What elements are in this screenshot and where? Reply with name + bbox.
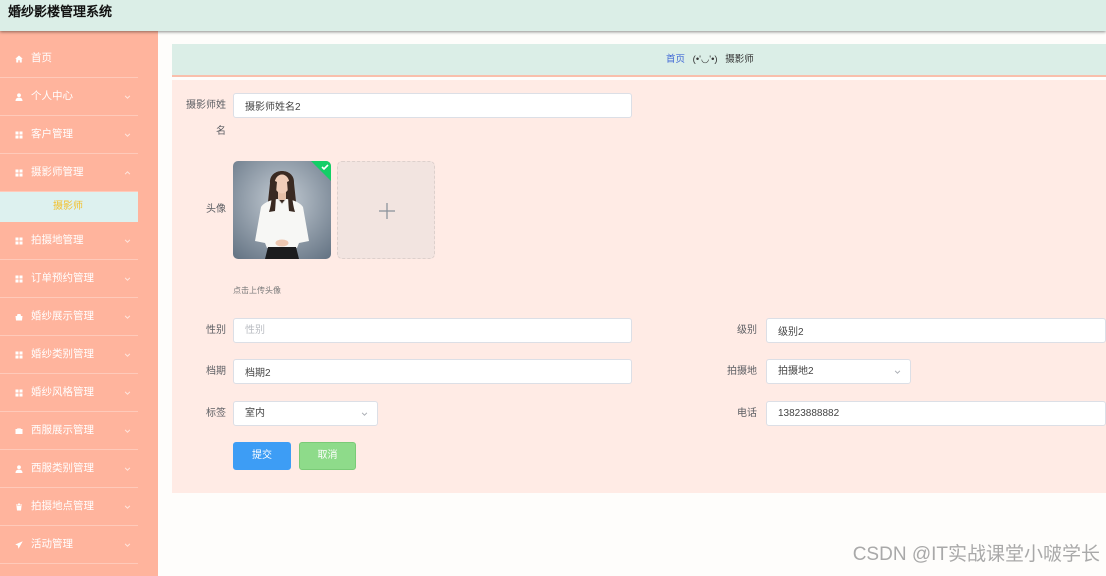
bin-icon — [15, 503, 23, 511]
chevron-down-icon — [124, 277, 131, 281]
grid-icon — [15, 237, 23, 245]
goods-icon — [15, 313, 23, 321]
submit-button[interactable]: 提交 — [233, 442, 291, 470]
app-title: 婚纱影楼管理系统 — [8, 4, 113, 19]
sidebar-item-personal-center[interactable]: 个人中心 — [0, 78, 138, 116]
check-icon — [321, 164, 329, 170]
level-input[interactable] — [766, 318, 1106, 343]
location-label: 拍摄地 — [727, 366, 757, 377]
sidebar-item-wedding-dress-category-management-label: 婚纱类别管理 — [31, 348, 94, 360]
sidebar-item-customer-management-label: 客户管理 — [31, 128, 73, 140]
sidebar-item-photographer-management[interactable]: 摄影师管理 — [0, 154, 138, 192]
chevron-down-icon — [361, 412, 368, 416]
chevron-down-icon — [894, 370, 901, 374]
sidebar-item-suit-display-management[interactable]: 西服展示管理 — [0, 412, 138, 450]
sidebar-item-wedding-dress-style-management-label: 婚纱风格管理 — [31, 386, 94, 398]
sidebar-item-suit-category-management[interactable]: 西服类别管理 — [0, 450, 138, 488]
watermark-text: CSDN @IT实战课堂小啵学长 — [852, 544, 1100, 565]
avatar-photo — [233, 161, 331, 259]
gender-label: 性别 — [206, 325, 226, 336]
sidebar-group-photographer-management: 摄影师管理 摄影师 — [0, 154, 138, 222]
sidebar-item-shooting-location-management-label: 拍摄地点管理 — [31, 500, 94, 512]
name-label: 摄影师姓名 — [186, 100, 226, 137]
breadcrumb-separator: (•'◡'•) — [692, 54, 718, 65]
cancel-button[interactable]: 取消 — [299, 442, 356, 470]
schedule-input[interactable] — [233, 359, 632, 384]
avatar-thumbnail[interactable] — [233, 161, 331, 259]
grid-icon — [15, 351, 23, 359]
send-icon — [15, 541, 23, 549]
chevron-down-icon — [124, 95, 131, 99]
grid-icon — [15, 275, 23, 283]
avatar-upload-tip: 点击上传头像 — [233, 286, 281, 295]
breadcrumb-current: 摄影师 — [725, 54, 754, 65]
sidebar-item-wedding-dress-category-management[interactable]: 婚纱类别管理 — [0, 336, 138, 374]
tag-select-value: 室内 — [245, 408, 265, 419]
phone-label: 电话 — [737, 408, 757, 419]
tag-select[interactable]: 室内 — [233, 401, 378, 426]
sidebar-item-photographer-management-label: 摄影师管理 — [31, 166, 84, 178]
sidebar-item-order-booking-management[interactable]: 订单预约管理 — [0, 260, 138, 298]
chevron-down-icon — [124, 315, 131, 319]
top-header: 婚纱影楼管理系统 — [0, 0, 1106, 31]
sidebar-item-shooting-site-management[interactable]: 拍摄地管理 — [0, 222, 138, 260]
avatar-label: 头像 — [206, 204, 226, 215]
sidebar-item-wedding-dress-display-management[interactable]: 婚纱展示管理 — [0, 298, 138, 336]
sidebar-item-customer-management[interactable]: 客户管理 — [0, 116, 138, 154]
breadcrumb-home-link[interactable]: 首页 — [666, 54, 685, 65]
grid-icon — [15, 131, 23, 139]
chevron-down-icon — [124, 505, 131, 509]
sidebar-item-activity-management[interactable]: 活动管理 — [0, 526, 138, 564]
chevron-up-icon — [124, 171, 131, 175]
schedule-label: 档期 — [206, 366, 226, 377]
photographer-form: 摄影师姓名 头像 点击上传头像 — [172, 80, 1106, 493]
grid-icon — [15, 169, 23, 177]
breadcrumb-trail: 首页 (•'◡'•) 摄影师 — [666, 44, 754, 75]
sidebar-item-home-label: 首页 — [31, 52, 52, 64]
location-select-value: 拍摄地2 — [778, 366, 814, 377]
chevron-down-icon — [124, 543, 131, 547]
grid-icon — [15, 389, 23, 397]
sidebar-item-activity-management-label: 活动管理 — [31, 538, 73, 550]
level-label: 级别 — [737, 325, 757, 336]
submenu-photographer: 摄影师 — [0, 192, 138, 222]
chevron-down-icon — [124, 133, 131, 137]
sidebar-item-suit-display-management-label: 西服展示管理 — [31, 424, 94, 436]
sidebar-item-shooting-location-management[interactable]: 拍摄地点管理 — [0, 488, 138, 526]
location-select[interactable]: 拍摄地2 — [766, 359, 911, 384]
briefcase-icon — [15, 427, 23, 435]
sidebar-subitem-photographer[interactable]: 摄影师 — [0, 192, 138, 222]
name-input[interactable] — [233, 93, 632, 118]
tag-label: 标签 — [206, 408, 226, 419]
sidebar-item-suit-category-management-label: 西服类别管理 — [31, 462, 94, 474]
sidebar-item-wedding-dress-style-management[interactable]: 婚纱风格管理 — [0, 374, 138, 412]
sidebar-item-order-booking-management-label: 订单预约管理 — [31, 272, 94, 284]
sidebar-item-shooting-site-management-label: 拍摄地管理 — [31, 234, 84, 246]
avatar-upload-button[interactable] — [337, 161, 435, 259]
user-icon — [15, 465, 23, 473]
chevron-down-icon — [124, 467, 131, 471]
chevron-down-icon — [124, 391, 131, 395]
gender-input[interactable] — [233, 318, 632, 343]
sidebar: 首页 个人中心 客户管理 摄影师管理 摄影师 拍摄地管理 订单预约管理 婚纱展示… — [0, 31, 158, 576]
chevron-down-icon — [124, 429, 131, 433]
sidebar-item-wedding-dress-display-management-label: 婚纱展示管理 — [31, 310, 94, 322]
breadcrumb: 首页 (•'◡'•) 摄影师 — [172, 44, 1106, 77]
chevron-down-icon — [124, 353, 131, 357]
plus-icon — [379, 203, 395, 219]
home-icon — [15, 55, 23, 63]
sidebar-item-personal-center-label: 个人中心 — [31, 90, 73, 102]
user-icon — [15, 93, 23, 101]
sidebar-menu: 首页 个人中心 客户管理 摄影师管理 摄影师 拍摄地管理 订单预约管理 婚纱展示… — [0, 40, 138, 564]
chevron-down-icon — [124, 239, 131, 243]
sidebar-item-home[interactable]: 首页 — [0, 40, 138, 78]
phone-input[interactable] — [766, 401, 1106, 426]
